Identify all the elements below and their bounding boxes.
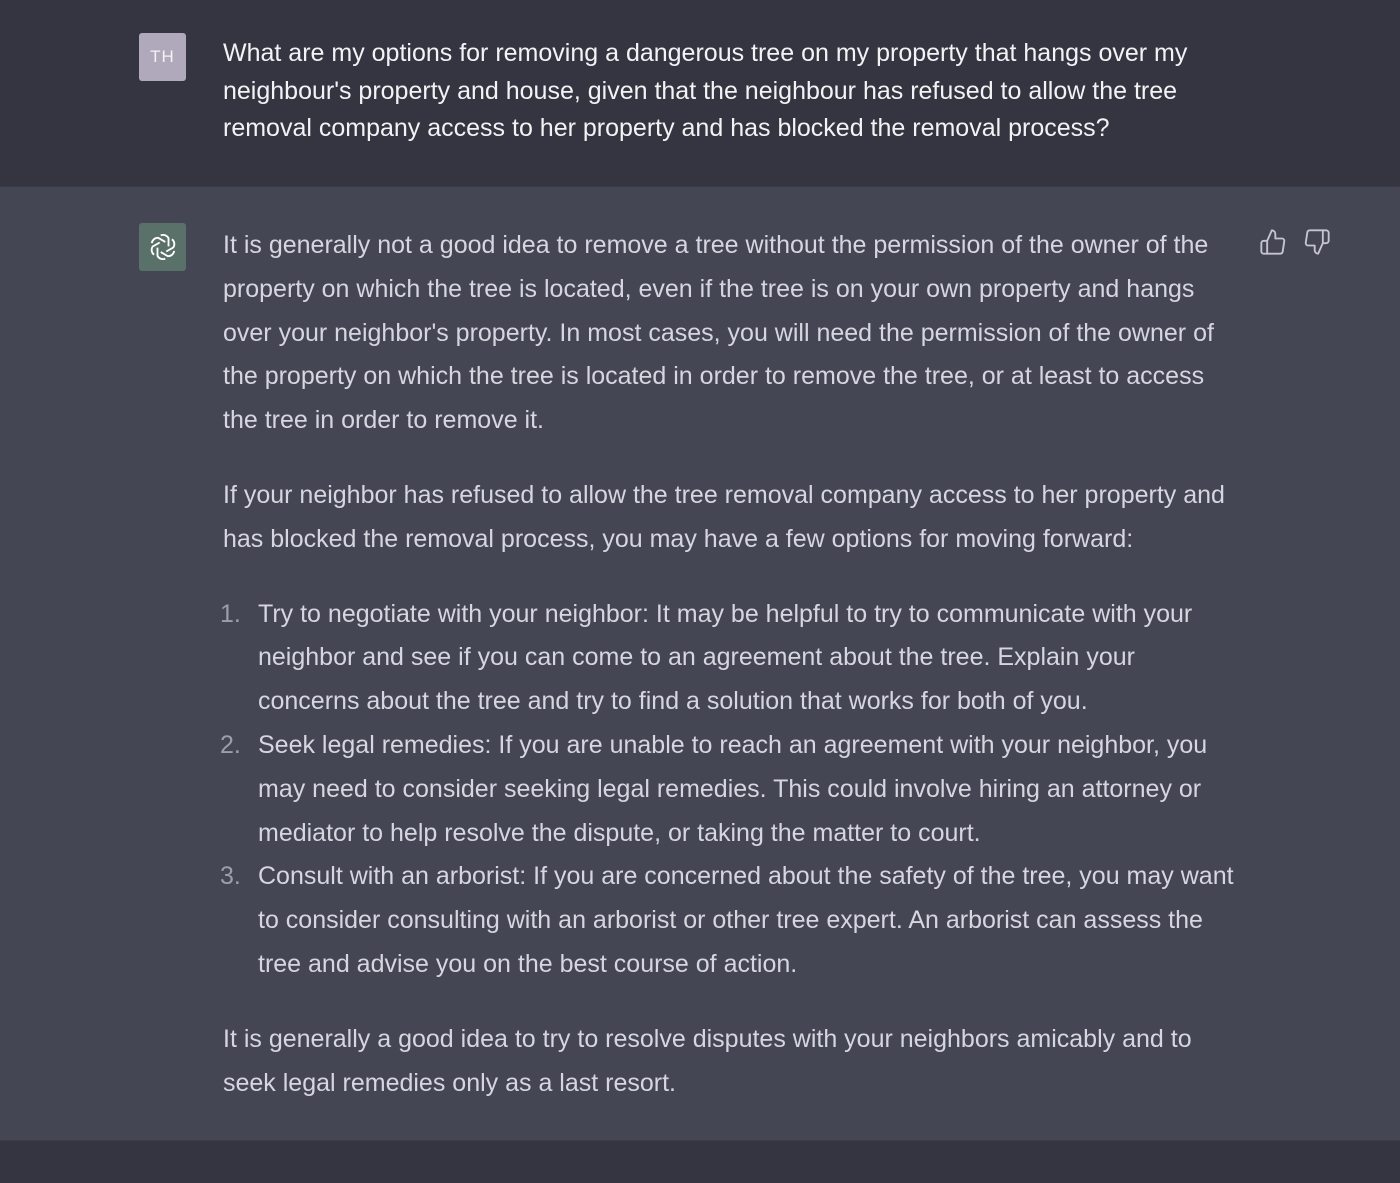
thumbs-down-icon [1304, 229, 1330, 255]
user-avatar-initials: TH [150, 47, 175, 66]
bottom-area [0, 1141, 1400, 1183]
list-item-text: Try to negotiate with your neighbor: It … [258, 599, 1193, 716]
list-item-text: Seek legal remedies: If you are unable t… [258, 730, 1208, 847]
list-item-number: 1. [220, 599, 241, 628]
list-item-text: Consult with an arborist: If you are con… [258, 862, 1234, 978]
list-item: 1. Try to negotiate with your neighbor: … [220, 593, 1243, 724]
user-message-text: What are my options for removing a dange… [223, 39, 1188, 142]
assistant-paragraph-intro: It is generally not a good idea to remov… [223, 231, 1214, 435]
list-item: 2. Seek legal remedies: If you are unabl… [220, 724, 1243, 855]
assistant-message-text: It is generally not a good idea to remov… [220, 224, 1243, 1136]
thumbs-up-icon [1260, 229, 1286, 255]
thumbs-up-button[interactable] [1259, 228, 1287, 256]
list-item-number: 2. [220, 730, 241, 759]
assistant-paragraph-conclusion: It is generally a good idea to try to re… [223, 1024, 1192, 1097]
options-list: 1. Try to negotiate with your neighbor: … [220, 593, 1243, 987]
thumbs-down-button[interactable] [1303, 228, 1331, 256]
list-item: 3. Consult with an arborist: If you are … [220, 855, 1243, 986]
list-item-number: 3. [220, 862, 241, 891]
user-message-row: TH What are my options for removing a da… [0, 0, 1400, 186]
openai-logo-icon [150, 234, 175, 260]
assistant-avatar [139, 223, 186, 271]
user-avatar: TH [139, 33, 186, 81]
assistant-paragraph-options-lead: If your neighbor has refused to allow th… [223, 480, 1225, 553]
